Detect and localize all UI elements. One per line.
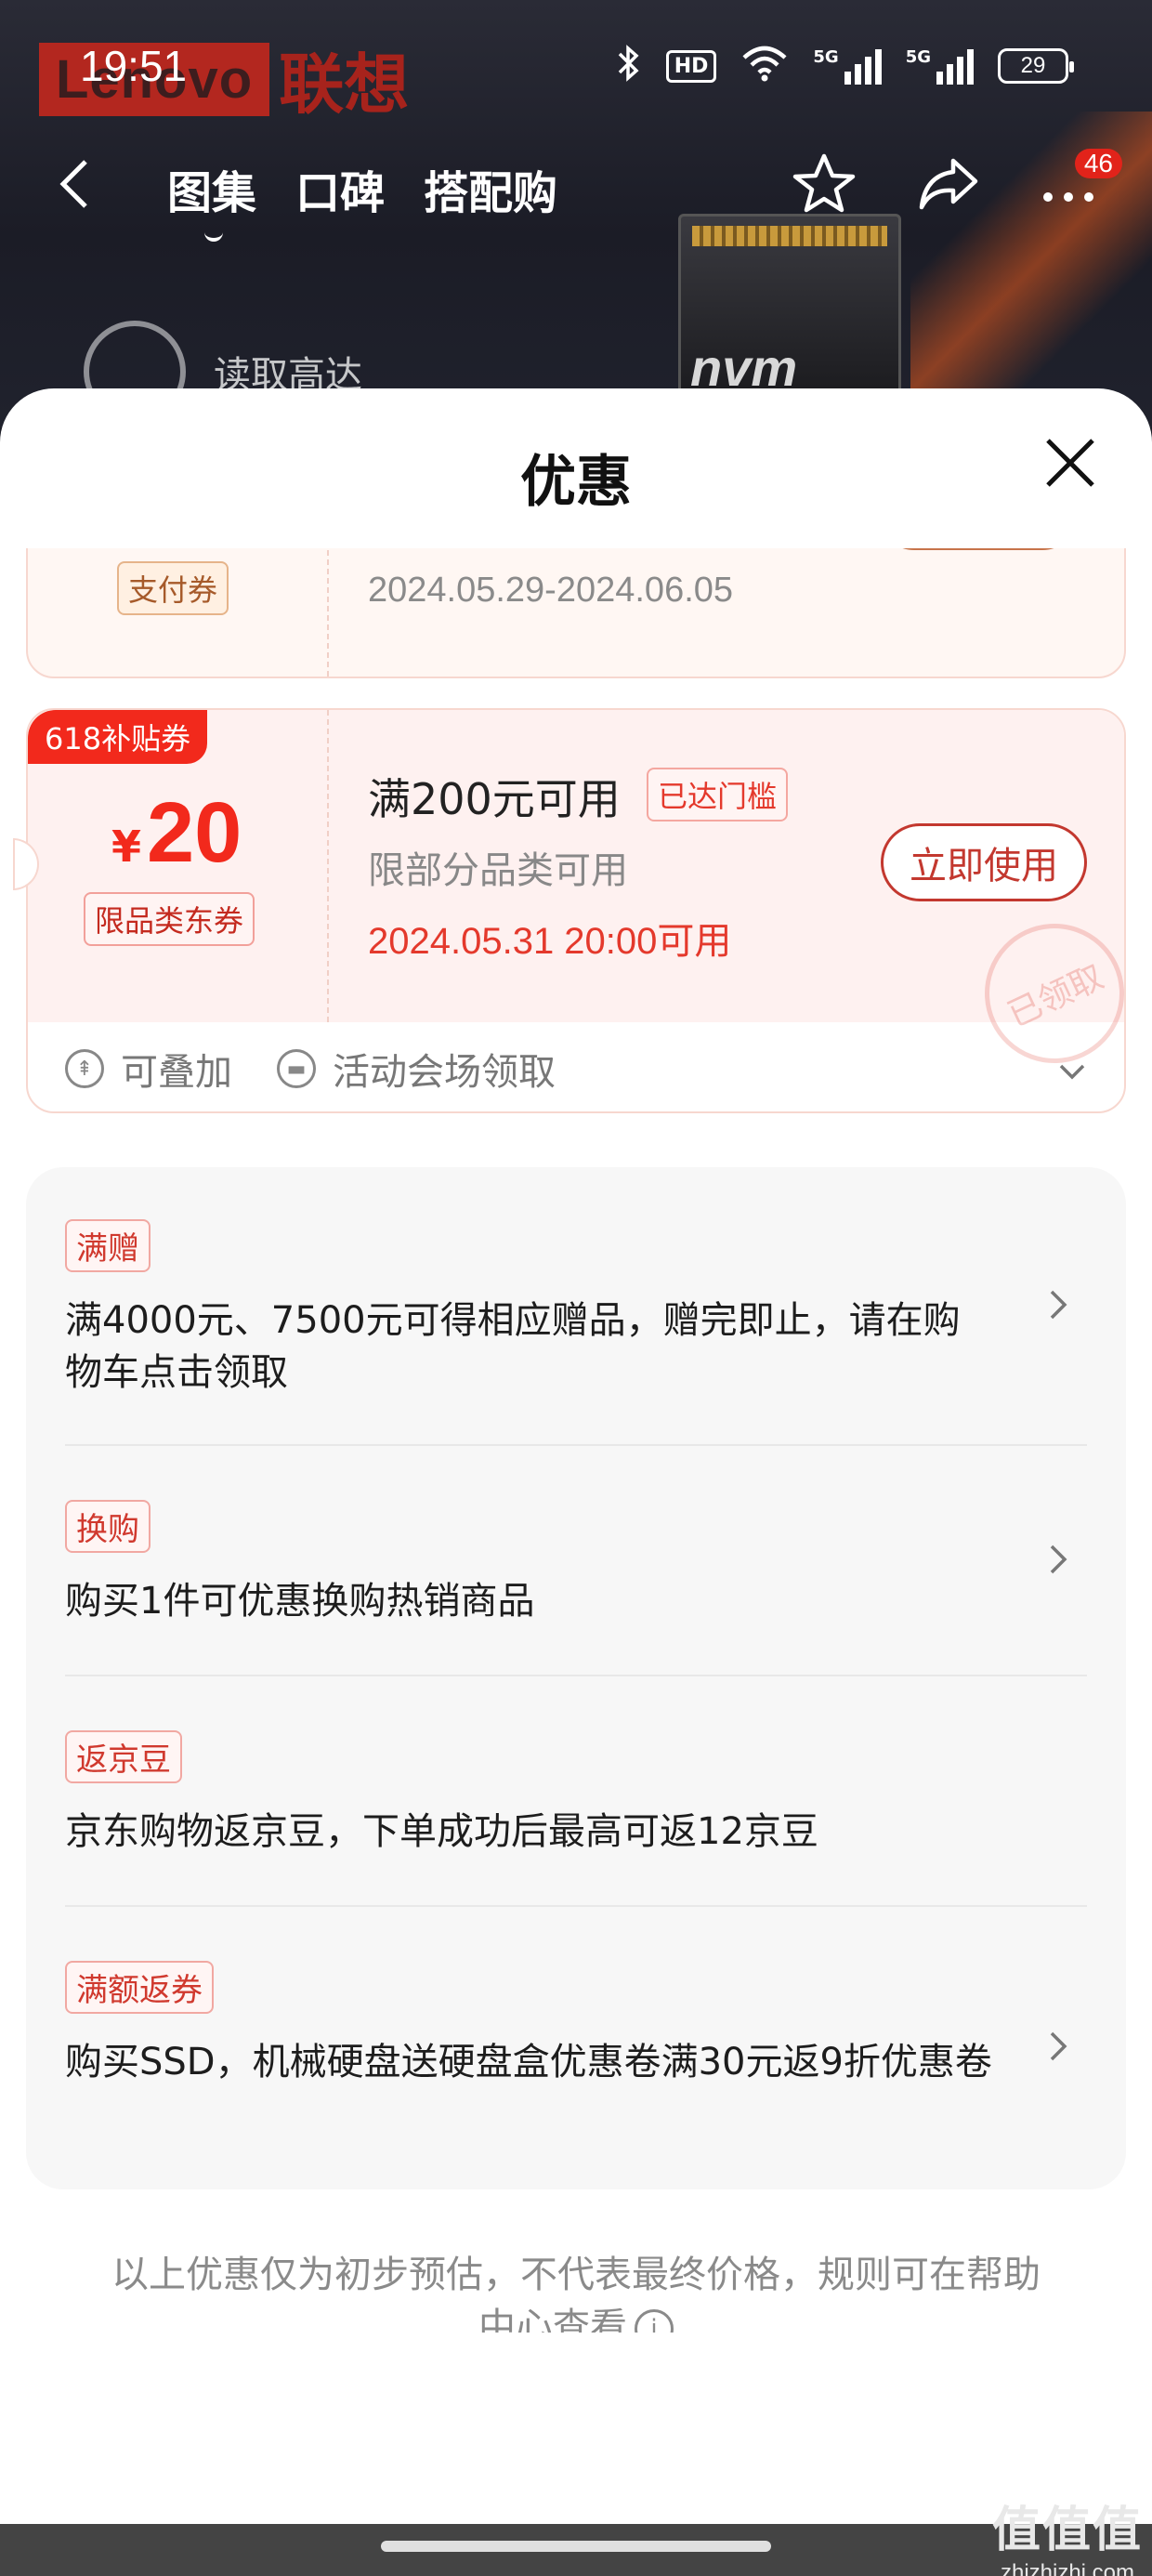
hd-voice-icon: HD xyxy=(665,49,717,83)
promo-text: 满4000元、7500元可得相应赠品，赠完即止，请在购物车点击领取 xyxy=(65,1299,961,1394)
coupon-type-chip: 支付券 xyxy=(117,561,229,615)
promo-item-gift[interactable]: 满赠 满4000元、7500元可得相应赠品，赠完即止，请在购物车点击领取 xyxy=(65,1219,1068,1399)
share-icon[interactable] xyxy=(916,155,981,220)
gesture-bar-zone xyxy=(0,2524,1152,2576)
coupon-divider xyxy=(327,548,329,677)
signal-2-icon: 5G xyxy=(906,47,974,85)
info-icon[interactable]: i xyxy=(635,2309,674,2333)
promo-divider xyxy=(65,1675,1087,1676)
coupon-card-618: 618补贴券 ¥ 20 限品类东券 满200元可用 已达门槛 限部分品类可用 2… xyxy=(26,708,1126,1113)
tab-reviews[interactable]: 口碑 xyxy=(295,156,385,221)
promo-item-coupon-return[interactable]: 满额返券 购买SSD，机械硬盘送硬盘盒优惠卷满30元返9折优惠卷 xyxy=(65,1961,1068,2088)
wifi-icon xyxy=(740,45,789,87)
coupon-amount: 20 xyxy=(147,785,242,880)
coupon-date-range: 2024.05.29-2024.06.05 xyxy=(368,571,734,610)
promo-item-exchange[interactable]: 换购 购买1件可优惠换购热销商品 xyxy=(65,1500,1068,1627)
promo-text: 购买SSD，机械硬盘送硬盘盒优惠卷满30元返9折优惠卷 xyxy=(65,2041,992,2083)
coupon-divider xyxy=(327,710,329,1022)
battery-icon: 29 xyxy=(998,48,1074,84)
nav-tabs: 图集 口碑 搭配购 xyxy=(167,156,557,242)
promo-tag: 返京豆 xyxy=(65,1730,182,1783)
back-button[interactable] xyxy=(56,156,93,222)
price-disclaimer: 以上优惠仅为初步预估，不代表最终价格，规则可在帮助中心查看 i xyxy=(111,2249,1041,2333)
coupon-value: ¥ 20 xyxy=(111,784,242,882)
promo-divider xyxy=(65,1444,1087,1446)
close-button[interactable] xyxy=(1042,435,1098,501)
product-nav: 图集 口碑 搭配购 46 xyxy=(0,139,1152,242)
signal-1-tag: 5G xyxy=(813,47,839,67)
status-bar: 19:51 HD 5G 5G 29 xyxy=(0,0,1152,139)
ticket-icon: ▬ xyxy=(277,1049,316,1088)
chevron-right-icon xyxy=(1048,1284,1068,1332)
promo-text: 购买1件可优惠换购热销商品 xyxy=(65,1580,535,1623)
watermark-logo: 值值值 xyxy=(991,2503,1143,2558)
more-menu-button[interactable]: 46 xyxy=(1041,149,1122,216)
bluetooth-icon xyxy=(616,45,642,87)
coupon-ribbon: 618补贴券 xyxy=(28,710,208,764)
signal-2-tag: 5G xyxy=(905,47,931,67)
watermark: 值值值 zhizhizhi.com xyxy=(992,2491,1143,2576)
coupon-type-chip: 限品类东券 xyxy=(84,892,255,946)
promo-item-jingdou[interactable]: 返京豆 京东购物返京豆，下单成功后最高可返12京豆 xyxy=(65,1730,1068,1858)
disclaimer-text: 以上优惠仅为初步预估，不代表最终价格，规则可在帮助中心查看 xyxy=(111,2254,1041,2333)
stackable-label: 可叠加 xyxy=(121,1051,232,1094)
status-icons: HD 5G 5G 29 xyxy=(616,45,1074,87)
coupon-body: 618补贴券 ¥ 20 限品类东券 满200元可用 已达门槛 限部分品类可用 2… xyxy=(28,710,1124,1086)
coupon-card-payment: 支付券 2024.05.29-2024.06.05 xyxy=(26,548,1126,678)
expand-chevron-down-icon[interactable] xyxy=(1057,1048,1087,1089)
coupon-action-button[interactable] xyxy=(877,548,1080,550)
watermark-url: zhizhizhi.com xyxy=(1000,2560,1135,2576)
more-dots-icon xyxy=(1043,192,1093,202)
sheet-scroll-area[interactable]: 支付券 2024.05.29-2024.06.05 618补贴券 ¥ 20 限品… xyxy=(0,548,1152,2333)
chevron-left-icon xyxy=(59,160,87,208)
coupon-footer[interactable]: ⇞ 可叠加 ▬ 活动会场领取 xyxy=(28,1022,1124,1111)
tab-gallery[interactable]: 图集 xyxy=(167,156,256,242)
stackable-icon: ⇞ xyxy=(65,1049,104,1088)
promotions-sheet: 优惠 支付券 2024.05.29-2024.06.05 618补贴券 ¥ 20… xyxy=(0,388,1152,2576)
coupon-source-label: 活动会场领取 xyxy=(333,1051,556,1094)
promo-text: 京东购物返京豆，下单成功后最高可返12京豆 xyxy=(65,1810,818,1853)
promo-divider xyxy=(65,1905,1087,1907)
coupon-currency: ¥ xyxy=(111,821,142,872)
coupon-available-time: 2024.05.31 20:00可用 xyxy=(368,921,732,962)
coupon-scope: 限部分品类可用 xyxy=(368,849,628,892)
close-icon xyxy=(1046,439,1094,487)
promo-tag: 换购 xyxy=(65,1500,151,1553)
chevron-right-icon xyxy=(1048,1539,1068,1586)
signal-1-icon: 5G xyxy=(813,47,882,85)
message-count-badge: 46 xyxy=(1074,149,1122,178)
nav-actions: 46 xyxy=(792,149,1122,223)
favorite-star-icon[interactable] xyxy=(792,152,857,223)
sheet-title: 优惠 xyxy=(520,450,632,515)
promo-tag: 满额返券 xyxy=(65,1961,214,2014)
threshold-reached-badge: 已达门槛 xyxy=(647,768,789,821)
tab-bundle[interactable]: 搭配购 xyxy=(424,156,557,221)
status-time: 19:51 xyxy=(80,42,188,90)
chevron-right-icon xyxy=(1048,2026,1068,2073)
promo-tag: 满赠 xyxy=(65,1219,151,1272)
promotions-list: 满赠 满4000元、7500元可得相应赠品，赠完即止，请在购物车点击领取 换购 … xyxy=(26,1167,1126,2189)
coupon-condition: 满200元可用 xyxy=(368,774,621,824)
use-now-button[interactable]: 立即使用 xyxy=(881,823,1087,901)
home-indicator[interactable] xyxy=(381,2541,771,2552)
